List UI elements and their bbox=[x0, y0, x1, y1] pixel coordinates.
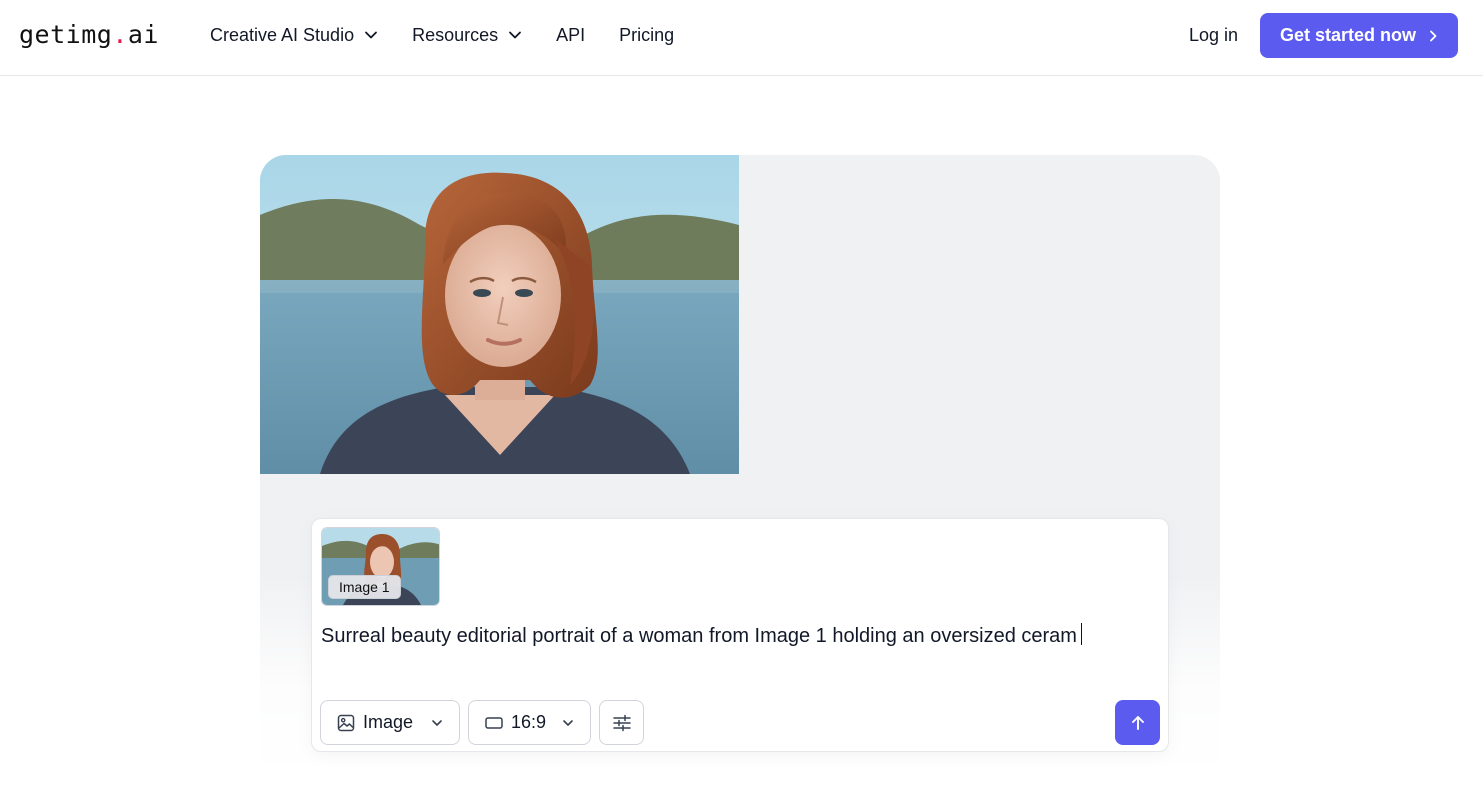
type-select-value: Image bbox=[363, 712, 414, 732]
sliders-icon bbox=[612, 713, 632, 733]
brand-logo[interactable]: getimg.ai bbox=[19, 18, 159, 52]
aspect-ratio-select[interactable]: 16:9 bbox=[468, 700, 591, 745]
nav-item-creative-ai-studio[interactable]: Creative AI Studio bbox=[210, 25, 378, 46]
nav-label: API bbox=[556, 24, 586, 45]
generated-image-portrait[interactable] bbox=[260, 155, 739, 474]
cta-label: Get started now bbox=[1279, 25, 1417, 45]
image-badge: Image 1 bbox=[328, 575, 401, 599]
settings-button[interactable] bbox=[599, 700, 644, 745]
send-button[interactable] bbox=[1115, 700, 1160, 745]
portrait-illustration bbox=[260, 155, 739, 474]
chevron-right-icon bbox=[1428, 29, 1438, 43]
brand-name-main: getimg bbox=[19, 20, 113, 49]
nav-label: Pricing bbox=[619, 24, 675, 45]
nav-item-pricing[interactable]: Pricing bbox=[619, 25, 674, 46]
login-link[interactable]: Log in bbox=[1189, 22, 1238, 48]
text-caret bbox=[1080, 623, 1082, 645]
site-header: getimg.ai Creative AI Studio Resources A… bbox=[0, 0, 1483, 76]
nav-item-api[interactable]: API bbox=[556, 25, 585, 46]
nav-label: Resources bbox=[412, 24, 499, 45]
image-icon bbox=[337, 714, 355, 732]
brand-dot: . bbox=[112, 20, 128, 49]
aspect-ratio-value: 16:9 bbox=[511, 712, 547, 732]
chevron-down-icon bbox=[508, 28, 522, 42]
get-started-button[interactable]: Get started now bbox=[1260, 13, 1458, 58]
nav-item-resources[interactable]: Resources bbox=[412, 25, 522, 46]
nav-label: Creative AI Studio bbox=[210, 24, 355, 45]
prompt-text: Surreal beauty editorial portrait of a w… bbox=[321, 625, 1077, 647]
brand-name-tld: ai bbox=[127, 20, 159, 49]
chevron-down-icon bbox=[431, 717, 443, 729]
aspect-ratio-icon bbox=[485, 716, 503, 730]
main-nav: Creative AI Studio Resources API Pricing bbox=[210, 0, 708, 70]
type-select[interactable]: Image bbox=[320, 700, 460, 745]
attached-image-thumbnail[interactable]: Image 1 bbox=[321, 527, 440, 606]
chevron-down-icon bbox=[364, 28, 378, 42]
arrow-up-icon bbox=[1129, 714, 1147, 732]
chevron-down-icon bbox=[562, 717, 574, 729]
prompt-input[interactable]: Surreal beauty editorial portrait of a w… bbox=[321, 623, 1161, 649]
prompt-composer: Image 1 Surreal beauty editorial portrai… bbox=[311, 518, 1169, 752]
generated-image-placeholder[interactable] bbox=[741, 155, 1220, 474]
